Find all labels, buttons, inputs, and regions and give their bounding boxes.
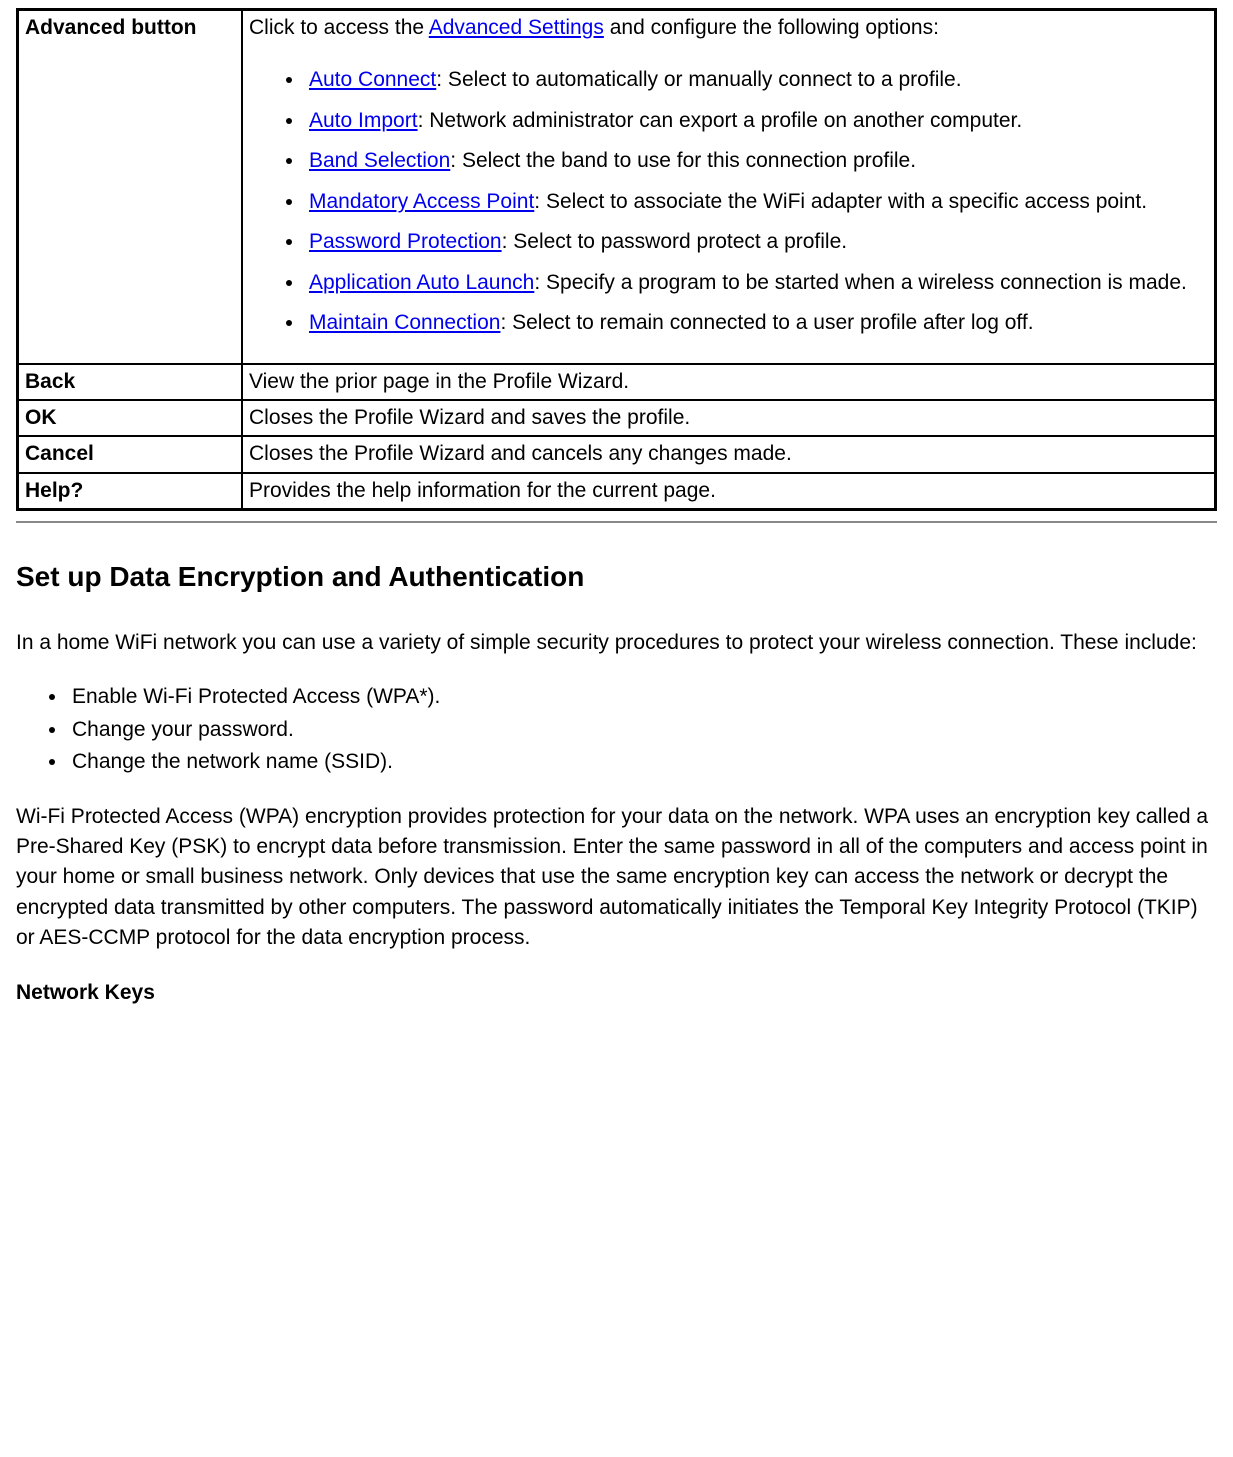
auto-import-link[interactable]: Auto Import [309,109,418,132]
definitions-table: Advanced button Click to access the Adva… [16,8,1217,511]
list-item: Change the network name (SSID). [68,747,1217,777]
option-desc: : Select to password protect a profile. [502,230,848,253]
option-desc: : Network administrator can export a pro… [418,109,1023,132]
security-procedures-list: Enable Wi-Fi Protected Access (WPA*). Ch… [16,682,1217,777]
intro-pre: Click to access the [249,16,429,39]
list-item: Password Protection: Select to password … [305,227,1208,257]
list-item: Application Auto Launch: Specify a progr… [305,268,1208,298]
advanced-settings-link[interactable]: Advanced Settings [429,16,604,39]
table-row: OK Closes the Profile Wizard and saves t… [18,400,1216,436]
network-keys-subheading: Network Keys [16,978,1217,1008]
table-row: Cancel Closes the Profile Wizard and can… [18,436,1216,472]
row-description: Click to access the Advanced Settings an… [242,10,1216,364]
band-selection-link[interactable]: Band Selection [309,149,450,172]
maintain-connection-link[interactable]: Maintain Connection [309,311,500,334]
list-item: Auto Connect: Select to automatically or… [305,65,1208,95]
row-label: Back [18,364,243,400]
application-auto-launch-link[interactable]: Application Auto Launch [309,271,534,294]
list-item: Auto Import: Network administrator can e… [305,106,1208,136]
list-item: Maintain Connection: Select to remain co… [305,308,1208,338]
section-heading: Set up Data Encryption and Authenticatio… [16,557,1217,598]
list-item: Band Selection: Select the band to use f… [305,146,1208,176]
row-description: Closes the Profile Wizard and saves the … [242,400,1216,436]
list-item: Enable Wi-Fi Protected Access (WPA*). [68,682,1217,712]
list-item: Mandatory Access Point: Select to associ… [305,187,1208,217]
intro-post: and configure the following options: [604,16,939,39]
intro-paragraph: In a home WiFi network you can use a var… [16,628,1217,658]
option-desc: : Specify a program to be started when a… [534,271,1187,294]
section-divider [16,521,1217,523]
option-desc: : Select to automatically or manually co… [436,68,961,91]
row-label: Cancel [18,436,243,472]
table-row: Back View the prior page in the Profile … [18,364,1216,400]
row-description: Provides the help information for the cu… [242,473,1216,510]
row-description: View the prior page in the Profile Wizar… [242,364,1216,400]
option-desc: : Select to remain connected to a user p… [500,311,1033,334]
row-label: Help? [18,473,243,510]
table-row: Help? Provides the help information for … [18,473,1216,510]
table-row: Advanced button Click to access the Adva… [18,10,1216,364]
password-protection-link[interactable]: Password Protection [309,230,502,253]
row-label: OK [18,400,243,436]
row-description: Closes the Profile Wizard and cancels an… [242,436,1216,472]
mandatory-access-point-link[interactable]: Mandatory Access Point [309,190,534,213]
wpa-paragraph: Wi-Fi Protected Access (WPA) encryption … [16,802,1217,954]
option-desc: : Select the band to use for this connec… [450,149,916,172]
advanced-options-list: Auto Connect: Select to automatically or… [249,65,1208,338]
option-desc: : Select to associate the WiFi adapter w… [534,190,1147,213]
list-item: Change your password. [68,715,1217,745]
auto-connect-link[interactable]: Auto Connect [309,68,436,91]
row-label: Advanced button [18,10,243,364]
